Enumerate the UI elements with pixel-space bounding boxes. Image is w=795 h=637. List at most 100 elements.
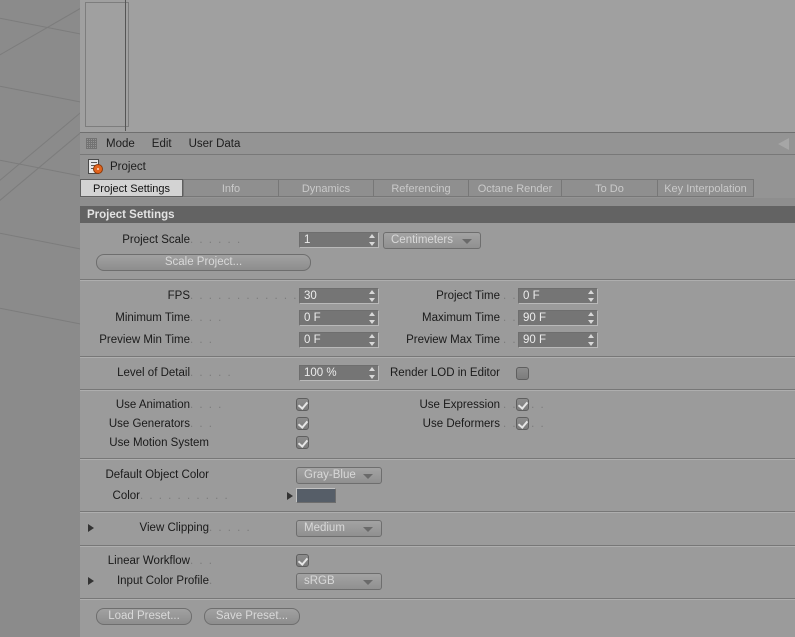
row-preview-time: Preview Min Time . . . 0 F Preview Max T… xyxy=(80,329,795,351)
maximum-time-input[interactable]: 90 F xyxy=(518,310,598,326)
label-use-generators: Use Generators xyxy=(108,417,190,430)
project-scale-input[interactable]: 1 xyxy=(299,232,379,248)
use-generators-checkbox[interactable] xyxy=(296,417,309,430)
minimum-time-input[interactable]: 0 F xyxy=(299,310,379,326)
stepper-arrows-icon[interactable] xyxy=(369,234,376,246)
color-swatch[interactable] xyxy=(296,488,336,503)
project-time-input[interactable]: 0 F xyxy=(518,288,598,304)
menu-item-edit[interactable]: Edit xyxy=(152,138,172,150)
disclosure-triangle-icon[interactable] xyxy=(88,524,94,532)
upper-panel-divider xyxy=(125,0,126,131)
group-time: FPS . . . . . . . . . . . . . 30 Project… xyxy=(80,280,795,357)
row-input-color-profile: Input Color Profile . sRGB xyxy=(80,570,795,592)
use-expression-checkbox[interactable] xyxy=(516,398,529,411)
row-use-generators-deformers: Use Generators . . . Use Deformers . . .… xyxy=(80,414,795,433)
menu-bar: Mode Edit User Data xyxy=(80,133,795,155)
tab-dynamics[interactable]: Dynamics xyxy=(278,179,373,197)
stepper-arrows-icon[interactable] xyxy=(369,290,376,302)
cinema4d-attributes-window: Mode Edit User Data Project Project Sett… xyxy=(0,0,795,637)
row-use-motion-system: Use Motion System xyxy=(80,433,795,452)
leader-dots: . . . . xyxy=(190,312,223,324)
default-object-color-dropdown[interactable]: Gray-Blue xyxy=(296,466,382,484)
leader-dots: . . . xyxy=(190,554,214,567)
label-use-motion-system: Use Motion System xyxy=(109,436,209,449)
grid-line xyxy=(0,300,80,345)
row-fps-project-time: FPS . . . . . . . . . . . . . 30 Project… xyxy=(80,285,795,307)
menu-item-user-data[interactable]: User Data xyxy=(189,138,241,150)
label-project-scale: Project Scale xyxy=(122,234,190,246)
input-color-profile-dropdown[interactable]: sRGB xyxy=(296,572,382,590)
linear-workflow-checkbox[interactable] xyxy=(296,554,309,567)
collapse-arrow-icon[interactable] xyxy=(778,138,789,150)
tab-key-interpolation[interactable]: Key Interpolation xyxy=(657,179,754,197)
tab-to-do[interactable]: To Do xyxy=(561,179,657,197)
group-view-clipping: View Clipping . . . . . Medium xyxy=(80,512,795,546)
group-color-management: Linear Workflow . . . Input Color Profil… xyxy=(80,546,795,599)
project-scale-unit-dropdown[interactable]: Centimeters xyxy=(383,231,481,249)
leader-dots: . . . xyxy=(190,417,214,430)
label-level-of-detail: Level of Detail xyxy=(117,367,190,379)
leader-dots: . . . . . xyxy=(190,367,233,379)
label-project-time: Project Time xyxy=(436,290,500,302)
label-use-deformers: Use Deformers xyxy=(422,417,500,430)
label-linear-workflow: Linear Workflow xyxy=(107,554,190,567)
stepper-arrows-icon[interactable] xyxy=(588,290,595,302)
tab-info[interactable]: Info xyxy=(183,179,278,197)
level-of-detail-input[interactable]: 100 % xyxy=(299,365,379,381)
row-presets: Load Preset... Save Preset... xyxy=(80,605,795,627)
row-project-scale: Project Scale . . . . . . 1 Centimeters xyxy=(80,229,795,251)
leader-dots: . . . . . xyxy=(209,522,252,534)
preview-min-time-value: 0 F xyxy=(304,334,321,346)
label-minimum-time: Minimum Time xyxy=(115,312,190,324)
stepper-arrows-icon[interactable] xyxy=(588,312,595,324)
label-default-object-color: Default Object Color xyxy=(105,469,209,481)
tab-octane-render[interactable]: Octane Render xyxy=(468,179,561,197)
label-maximum-time: Maximum Time xyxy=(422,312,500,324)
disclosure-triangle-icon[interactable] xyxy=(287,491,293,500)
preview-max-time-input[interactable]: 90 F xyxy=(518,332,598,348)
default-object-color-value: Gray-Blue xyxy=(304,469,356,481)
fps-input[interactable]: 30 xyxy=(299,288,379,304)
maximum-time-value: 90 F xyxy=(523,312,547,324)
render-lod-in-editor-checkbox[interactable] xyxy=(516,366,529,380)
leader-dots: . xyxy=(209,575,214,587)
row-default-object-color: Default Object Color Gray-Blue xyxy=(80,464,795,486)
chevron-down-icon xyxy=(363,526,373,532)
grid-line xyxy=(0,78,80,123)
group-toggles: Use Animation . . . . Use Expression . .… xyxy=(80,390,795,459)
load-preset-button[interactable]: Load Preset... xyxy=(96,607,192,625)
viewport-3d[interactable] xyxy=(0,0,80,637)
chevron-down-icon xyxy=(363,473,373,479)
use-motion-system-checkbox[interactable] xyxy=(296,436,309,449)
drag-grip-icon[interactable] xyxy=(86,138,97,149)
tab-project-settings[interactable]: Project Settings xyxy=(80,179,183,197)
label-render-lod-in-editor: Render LOD in Editor xyxy=(390,367,500,379)
upper-panel-left-frame xyxy=(85,2,129,127)
input-color-profile-value: sRGB xyxy=(304,575,335,587)
stepper-arrows-icon[interactable] xyxy=(369,367,376,379)
upper-panel xyxy=(80,0,795,133)
save-preset-button[interactable]: Save Preset... xyxy=(204,607,300,625)
label-use-animation: Use Animation xyxy=(115,398,190,411)
view-clipping-dropdown[interactable]: Medium xyxy=(296,519,382,537)
chevron-down-icon xyxy=(462,238,472,244)
preview-min-time-input[interactable]: 0 F xyxy=(299,332,379,348)
disclosure-triangle-icon[interactable] xyxy=(88,577,94,585)
grid-line xyxy=(0,225,80,270)
view-clipping-value: Medium xyxy=(304,522,345,534)
tab-referencing[interactable]: Referencing xyxy=(373,179,468,197)
preview-max-time-value: 90 F xyxy=(523,334,547,346)
stepper-arrows-icon[interactable] xyxy=(588,334,595,346)
leader-dots: . . . . . . . . . . xyxy=(140,489,230,502)
leader-dots: . . . xyxy=(190,334,214,346)
scale-project-button[interactable]: Scale Project... xyxy=(96,253,311,271)
stepper-arrows-icon[interactable] xyxy=(369,334,376,346)
project-time-value: 0 F xyxy=(523,290,540,302)
menu-item-mode[interactable]: Mode xyxy=(106,138,135,150)
grid-line xyxy=(0,65,80,189)
row-view-clipping: View Clipping . . . . . Medium xyxy=(80,517,795,539)
object-title: Project xyxy=(110,161,146,173)
stepper-arrows-icon[interactable] xyxy=(369,312,376,324)
use-deformers-checkbox[interactable] xyxy=(516,417,529,430)
use-animation-checkbox[interactable] xyxy=(296,398,309,411)
